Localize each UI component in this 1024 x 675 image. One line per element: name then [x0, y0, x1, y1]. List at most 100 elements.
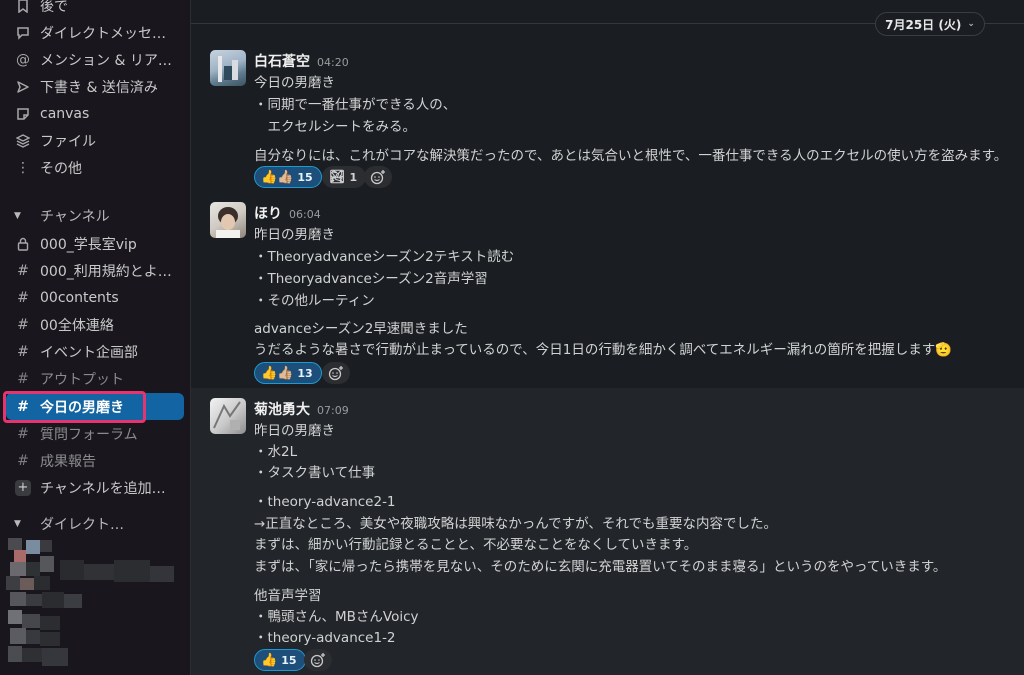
hash-icon: #: [17, 343, 29, 360]
reaction-thumbs-up[interactable]: 👍👍🏼 15: [254, 166, 322, 188]
channel-label: アウトプット: [40, 371, 124, 388]
sidebar-item-channel[interactable]: # 00全体連絡: [6, 311, 184, 338]
sidebar-item-channel[interactable]: # アウトプット: [6, 365, 184, 392]
message-text: ・Theoryadvanceシーズン2テキスト読む: [254, 249, 515, 265]
message-text: ・Theoryadvanceシーズン2音声学習: [254, 271, 488, 287]
channel-label: 今日の男磨き: [40, 399, 124, 416]
thumbs-up-icon: 👍👍🏼: [261, 365, 294, 381]
message-text: ・水2L: [254, 444, 298, 460]
dm-section-header[interactable]: ▼ ダイレクト…: [6, 511, 184, 537]
message-text: ・鴨頭さん、MBさんVoicy: [254, 609, 419, 625]
message-text: ・theory-advance1-2: [254, 630, 396, 646]
channel-label: 質問フォーラム: [40, 426, 138, 443]
bookmark-icon: [14, 0, 32, 13]
files-icon: [14, 133, 32, 148]
channels-section-header[interactable]: ▼ チャンネル: [6, 203, 184, 229]
caret-down-icon: ▼: [14, 519, 21, 529]
date-jump-button[interactable]: 7月25日 (火) ⌄: [875, 12, 985, 36]
more-icon: ⋮: [16, 159, 30, 176]
sidebar-item-label: 後で: [40, 0, 68, 15]
message[interactable]: ほり 06:04 昨日の男磨き ・Theoryadvanceシーズン2テキスト読…: [191, 192, 1024, 388]
reaction-count: 13: [297, 366, 313, 380]
message-text: うだるような暑さで行動が止まっているので、今日1日の行動を細かく調べてエネルギー…: [254, 342, 953, 358]
sidebar-item-channel[interactable]: 000_学長室vip: [6, 230, 184, 257]
reaction-thumbs-up[interactable]: 👍👍🏼 13: [254, 362, 322, 384]
channel-label: 00全体連絡: [40, 317, 114, 334]
message-text: エクセルシートをみる。: [254, 119, 416, 135]
sidebar-item-channel[interactable]: # イベント企画部: [6, 338, 184, 365]
add-channel-button[interactable]: + チャンネルを追加…: [6, 474, 184, 501]
add-channel-label: チャンネルを追加…: [40, 480, 166, 497]
sidebar-item-label: ダイレクトメッセ…: [40, 25, 166, 42]
reaction-image[interactable]: 🏞 1: [322, 166, 367, 188]
sidebar-item-drafts[interactable]: 下書き & 送信済み: [6, 73, 184, 100]
date-label: 7月25日 (火): [885, 17, 962, 32]
message-text: ・theory-advance2-1: [254, 494, 396, 510]
sidebar-item-channel[interactable]: # 成果報告: [6, 447, 184, 474]
channel-label: 000_利用規約とよ…: [40, 263, 172, 280]
sidebar-item-label: メンション & リア…: [40, 52, 172, 69]
message-text: →正直なところ、美女や夜職攻略は興味なかっんですが、それでも重要な内容でした。: [254, 516, 777, 532]
message-text: ・同期で一番仕事ができる人の、: [254, 97, 457, 113]
message-timestamp[interactable]: 07:09: [317, 404, 349, 417]
at-icon: @: [16, 51, 30, 68]
reaction-thumbs-up[interactable]: 👍 15: [254, 649, 306, 671]
sidebar-item-later[interactable]: 後で: [6, 0, 184, 19]
sidebar-item-mentions[interactable]: @ メンション & リア…: [6, 46, 184, 73]
hash-icon: #: [17, 452, 29, 469]
section-label: チャンネル: [40, 209, 110, 225]
message-text: advanceシーズン2早速聞きました: [254, 321, 468, 337]
avatar[interactable]: [210, 50, 246, 86]
sidebar-item-channel-active[interactable]: # 今日の男磨き: [6, 393, 184, 420]
hash-icon: #: [17, 262, 29, 279]
chevron-down-icon: ⌄: [967, 19, 975, 29]
message-author[interactable]: ほり: [254, 203, 282, 223]
caret-down-icon: ▼: [14, 211, 21, 221]
message-text: 自分なりには、これがコアな解決策だったので、あとは気合いと根性で、一番仕事できる…: [254, 148, 1008, 164]
add-reaction-button[interactable]: [304, 649, 332, 671]
sidebar-item-label: 下書き & 送信済み: [40, 79, 158, 96]
lock-icon: [14, 237, 32, 251]
add-reaction-icon: [370, 170, 385, 185]
sidebar-item-more[interactable]: ⋮ その他: [6, 154, 184, 181]
sidebar-item-label: その他: [40, 160, 82, 177]
add-reaction-button[interactable]: [322, 362, 350, 384]
message-text: 他音声学習: [254, 588, 322, 604]
sidebar-item-channel[interactable]: # 000_利用規約とよ…: [6, 257, 184, 284]
channel-label: 000_学長室vip: [40, 236, 137, 253]
hash-icon: #: [17, 398, 29, 415]
channel-label: 成果報告: [40, 453, 96, 470]
sidebar-item-files[interactable]: ファイル: [6, 127, 184, 154]
sidebar-item-dms[interactable]: ダイレクトメッセ…: [6, 19, 184, 46]
message-timestamp[interactable]: 06:04: [289, 208, 321, 221]
dm-icon: [14, 26, 32, 40]
message-timestamp[interactable]: 04:20: [317, 56, 349, 69]
sidebar-item-canvas[interactable]: canvas: [6, 100, 184, 127]
sidebar-item-channel[interactable]: # 00contents: [6, 284, 184, 311]
add-reaction-icon: [310, 653, 325, 668]
message-author[interactable]: 白石蒼空: [254, 51, 310, 71]
message-author[interactable]: 菊池勇大: [254, 399, 310, 419]
add-reaction-icon: [328, 366, 343, 381]
reaction-count: 15: [281, 653, 297, 667]
message[interactable]: 白石蒼空 04:20 今日の男磨き ・同期で一番仕事ができる人の、 エクセルシー…: [191, 40, 1024, 190]
message-text: ・タスク書いて仕事: [254, 465, 376, 481]
message-text: 今日の男磨き: [254, 75, 335, 91]
avatar[interactable]: [210, 398, 246, 434]
sidebar-item-label: ファイル: [40, 133, 96, 150]
message-text: まずは、「家に帰ったら携帯を見ない、そのために玄関に充電器置いてそのまま寝る」と…: [254, 559, 947, 575]
hash-icon: #: [17, 289, 29, 306]
message-text: ・その他ルーティン: [254, 293, 375, 309]
sidebar-item-channel[interactable]: # 質問フォーラム: [6, 420, 184, 447]
add-reaction-button[interactable]: [364, 166, 392, 188]
channel-label: イベント企画部: [40, 344, 138, 361]
message-text: 昨日の男磨き: [254, 423, 335, 439]
section-label: ダイレクト…: [40, 517, 124, 533]
avatar[interactable]: [210, 202, 246, 238]
sidebar: 後で ダイレクトメッセ… @ メンション & リア… 下書き & 送信済み ca…: [0, 0, 190, 675]
message-text: まずは、細かい行動記録とることと、不必要なことをなくしていきます。: [254, 537, 698, 553]
message[interactable]: 菊池勇大 07:09 昨日の男磨き ・水2L ・タスク書いて仕事 ・theory…: [191, 388, 1024, 675]
plus-icon: +: [15, 479, 31, 496]
channel-label: 00contents: [40, 289, 119, 306]
sidebar-item-label: canvas: [40, 105, 90, 122]
